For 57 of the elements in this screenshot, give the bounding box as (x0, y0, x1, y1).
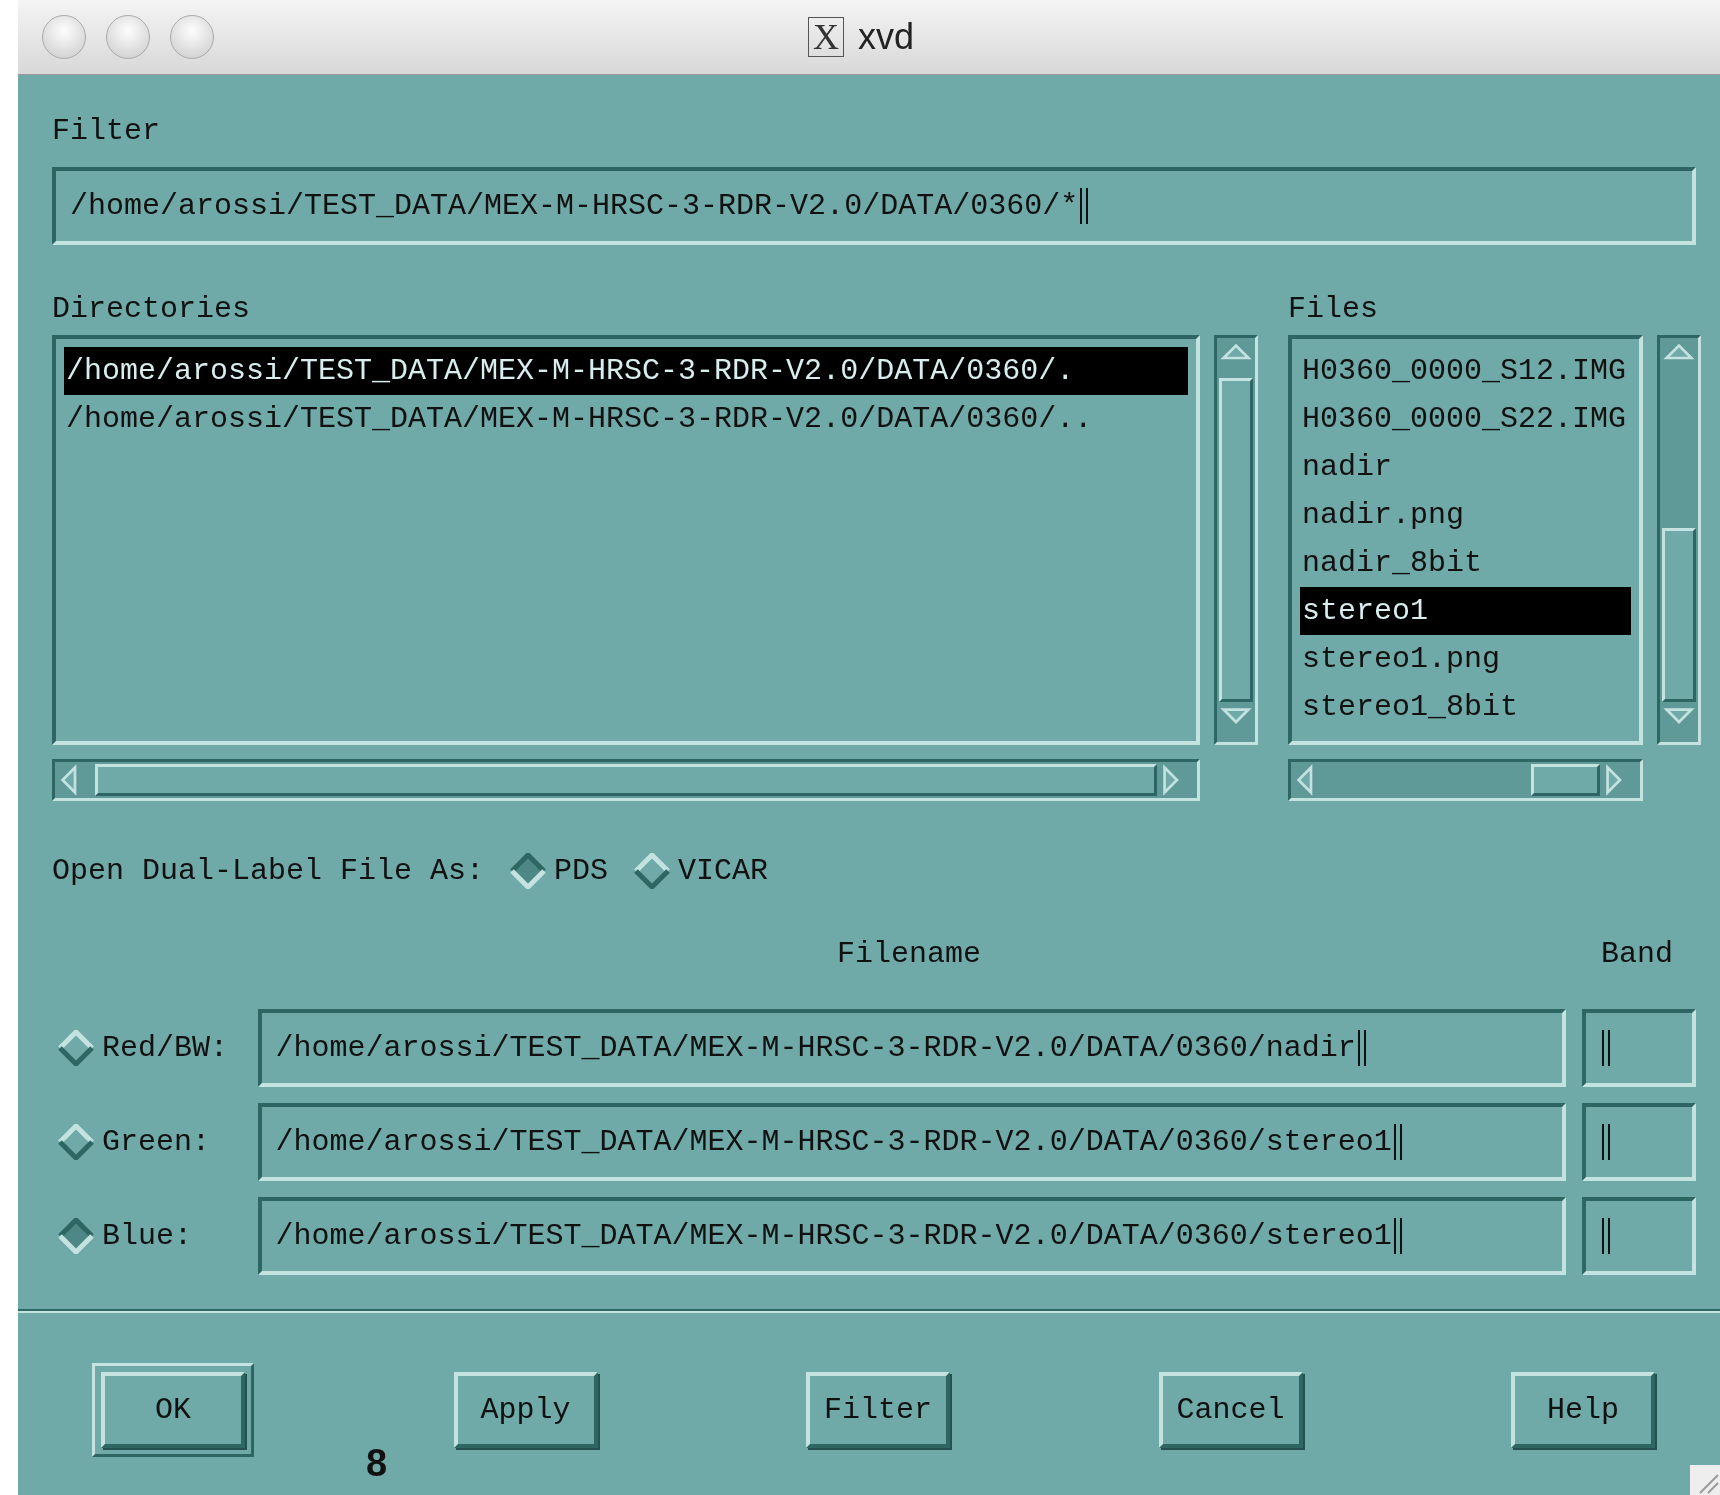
x-logo-icon: X (808, 17, 844, 57)
radio-diamond-icon[interactable] (58, 1124, 94, 1160)
page-number: 8 (366, 1442, 388, 1485)
radio-option-label[interactable]: PDS (554, 854, 609, 888)
horizontal-scrollbar[interactable] (1288, 759, 1643, 801)
dialog-button[interactable]: Help (1511, 1372, 1655, 1448)
files-label: Files (1288, 291, 1379, 328)
radio-diamond-icon[interactable] (58, 1218, 94, 1254)
text-cursor-icon (1393, 1124, 1402, 1160)
channel-label[interactable]: Red/BW: (102, 1031, 229, 1065)
vertical-scrollbar[interactable] (1214, 335, 1258, 745)
horizontal-scrollbar[interactable] (52, 759, 1200, 801)
file-item[interactable]: H0360_0000_S12.IMG (1300, 347, 1631, 395)
dialog-button[interactable]: OK (101, 1372, 245, 1448)
filter-field[interactable]: /home/arossi/TEST_DATA/MEX-M-HRSC-3-RDR-V2.0/DATA/0360/* (52, 167, 1696, 245)
band-header: Band (1601, 937, 1674, 973)
filename-header: Filename (837, 937, 982, 973)
dialog-button[interactable]: Cancel (1158, 1372, 1303, 1448)
text-cursor-icon (1602, 1030, 1611, 1066)
channel-label[interactable]: Green: (102, 1125, 211, 1159)
filename-field[interactable]: /home/arossi/TEST_DATA/MEX-M-HRSC-3-RDR-V2.0/DATA/0360/stereo1 (257, 1197, 1567, 1275)
dual-label-label: Open Dual-Label File As: (52, 854, 485, 888)
dialog-button[interactable]: Apply (453, 1372, 598, 1448)
file-item[interactable]: stereo1.png (1300, 635, 1631, 683)
text-cursor-icon (1357, 1030, 1366, 1066)
scroll-thumb[interactable] (1219, 378, 1253, 702)
scroll-thumb[interactable] (1531, 764, 1600, 796)
band-field[interactable] (1582, 1197, 1696, 1275)
radio-diamond-icon[interactable] (634, 853, 671, 889)
file-item[interactable]: stereo1 (1300, 587, 1631, 635)
resize-grip-icon[interactable] (1690, 1465, 1720, 1495)
scroll-thumb[interactable] (1662, 528, 1696, 702)
filter-label: Filter (52, 113, 162, 150)
file-item[interactable]: stereo1_8bit (1300, 683, 1631, 731)
band-field[interactable] (1582, 1103, 1696, 1181)
file-item[interactable]: H0360_0000_S22.IMG (1300, 395, 1631, 443)
file-item[interactable]: nadir (1300, 443, 1631, 491)
radio-option-label[interactable]: VICAR (678, 854, 769, 888)
scroll-thumb[interactable] (95, 764, 1157, 796)
file-item[interactable]: nadir_8bit (1300, 539, 1631, 587)
channel-label[interactable]: Blue: (102, 1219, 192, 1253)
text-cursor-icon (1602, 1218, 1611, 1254)
directory-item[interactable]: /home/arossi/TEST_DATA/MEX-M-HRSC-3-RDR-V2.0/DATA/0360/.. (64, 395, 1188, 443)
radio-diamond-icon[interactable] (510, 853, 547, 889)
text-cursor-icon (1080, 188, 1089, 224)
file-item[interactable]: nadir.png (1300, 491, 1631, 539)
filename-field[interactable]: /home/arossi/TEST_DATA/MEX-M-HRSC-3-RDR-V2.0/DATA/0360/nadir (257, 1009, 1567, 1087)
band-field[interactable] (1582, 1009, 1696, 1087)
text-cursor-icon (1602, 1124, 1611, 1160)
radio-diamond-icon[interactable] (58, 1030, 94, 1066)
vertical-scrollbar[interactable] (1657, 335, 1701, 745)
text-cursor-icon (1393, 1218, 1402, 1254)
window-title: xvd (858, 16, 915, 58)
directories-label: Directories (52, 291, 252, 328)
dialog-button[interactable]: Filter (806, 1372, 950, 1448)
directory-item[interactable]: /home/arossi/TEST_DATA/MEX-M-HRSC-3-RDR-V2.0/DATA/0360/. (64, 347, 1188, 395)
filename-field[interactable]: /home/arossi/TEST_DATA/MEX-M-HRSC-3-RDR-V2.0/DATA/0360/stereo1 (257, 1103, 1567, 1181)
